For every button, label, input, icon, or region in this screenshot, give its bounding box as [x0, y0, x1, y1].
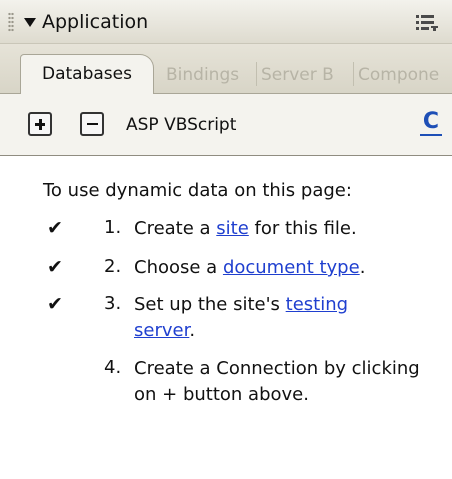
tab-bindings[interactable]: Bindings [166, 57, 239, 93]
panel-options-icon[interactable] [416, 14, 438, 32]
checkmark-icon: ✔ [47, 217, 63, 239]
step-number: 1. [104, 217, 122, 238]
tab-components[interactable]: Compone [358, 57, 452, 93]
checkmark-icon: ✔ [47, 256, 63, 278]
step-text: Create a Connection by clicking on + but… [134, 358, 420, 405]
tab-separator [353, 62, 354, 86]
step-number: 4. [104, 357, 122, 378]
panel-title-bar[interactable]: Application [0, 0, 452, 44]
remove-button[interactable] [80, 112, 104, 136]
step-text: Create a site for this file. [134, 218, 357, 239]
add-button[interactable] [28, 112, 52, 136]
tab-server-behaviors[interactable]: Server B [261, 57, 334, 93]
tab-databases[interactable]: Databases [20, 54, 154, 94]
application-panel: Application Databases Bindings Server B … [0, 0, 452, 479]
refresh-icon[interactable]: C [420, 110, 442, 136]
toolbar: ASP VBScript C [0, 94, 452, 156]
site-link[interactable]: site [216, 218, 249, 239]
tab-separator [256, 62, 257, 86]
checkmark-icon: ✔ [47, 293, 63, 315]
triangle-down-icon[interactable] [24, 18, 36, 27]
step-number: 3. [104, 293, 122, 314]
gripper-icon[interactable] [8, 12, 14, 32]
panel-title: Application [42, 11, 149, 33]
tab-bar: Databases Bindings Server B Compone [0, 44, 452, 94]
instructions-intro: To use dynamic data on this page: [43, 180, 352, 201]
step-text: Choose a document type. [134, 257, 366, 278]
instructions-area: To use dynamic data on this page: ✔ 1. C… [0, 156, 452, 479]
step-number: 2. [104, 256, 122, 277]
minus-icon [87, 123, 98, 125]
step-text: Set up the site's testing server. [134, 294, 349, 341]
server-model-label: ASP VBScript [126, 115, 237, 135]
document-type-link[interactable]: document type [223, 257, 360, 278]
